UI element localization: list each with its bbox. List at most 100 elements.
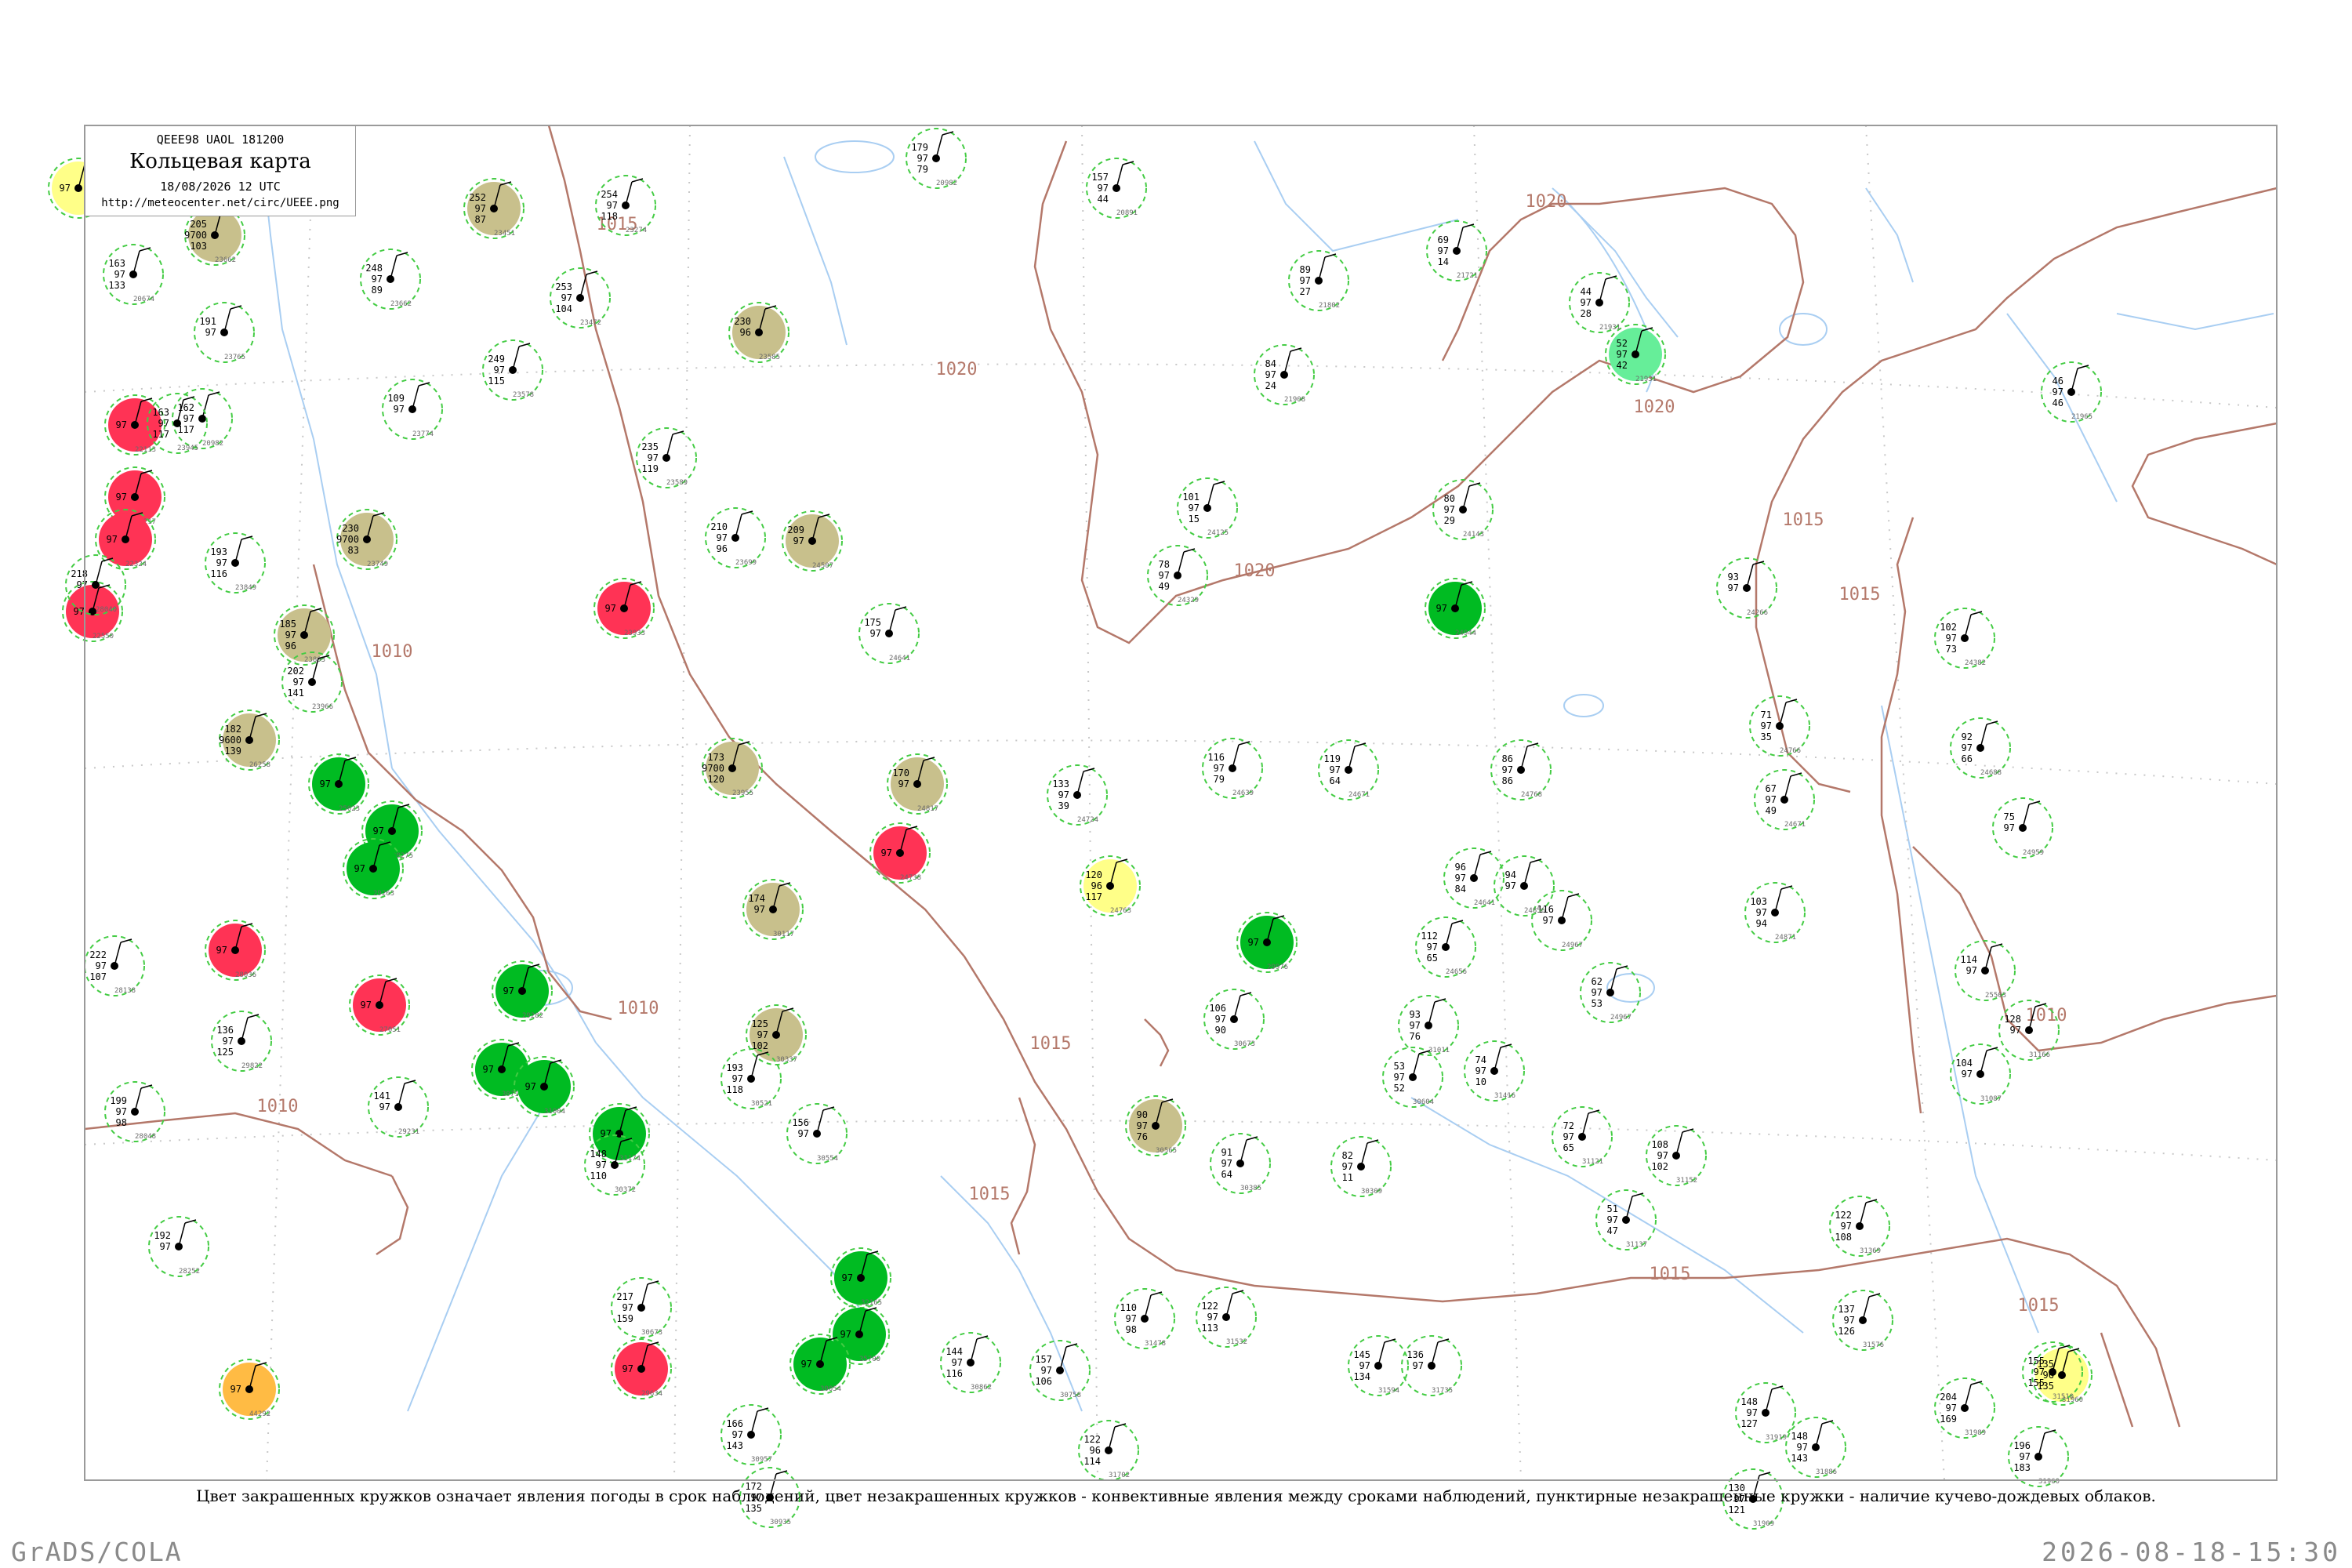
station-temperature: 120 [1085,869,1102,880]
station-dewpoint: 114 [1083,1456,1101,1467]
station-temperature: 51 [1607,1203,1618,1214]
station-id: 29976 [1267,964,1288,971]
station-dewpoint: 139 [224,746,241,757]
station-temperature: 196 [2013,1440,2031,1451]
station-id: 29634 [641,1390,662,1398]
station-dewpoint: 159 [616,1313,633,1324]
station-id: 31919 [1766,1434,1787,1442]
station-temperature: 94 [1505,869,1516,880]
station-pressure: 97 [717,532,728,543]
station-pressure: 97 [1359,1360,1370,1371]
station-id: 30758 [1060,1392,1081,1399]
station-pressure: 97 [757,1029,768,1040]
station-pressure: 97 [1766,794,1777,805]
isobar-label: 1020 [1526,192,1567,212]
station-pressure: 97 [1248,937,1259,948]
station-pressure: 97 [2004,822,2015,833]
station-pressure: 97 [1041,1365,1052,1376]
station-pressure: 9700 [184,230,207,241]
station-pressure: 97 [1098,183,1109,194]
station-id: 31369 [1860,1247,1881,1255]
source-url[interactable]: http://meteocenter.net/circ/UEEE.png [85,197,355,209]
station-id: 24125 [1207,529,1229,537]
station-temperature: 174 [748,893,765,904]
station-id: 28036 [235,971,256,979]
station-id: 20891 [1116,209,1138,217]
station-temperature: 46 [2053,376,2063,387]
station-pressure: 97 [1844,1315,1855,1326]
station-id: 31576 [1863,1341,1884,1349]
station-dewpoint: 86 [1502,775,1513,786]
station-id: 30957 [751,1456,772,1464]
station-id: 26258 [249,761,270,769]
station-pressure: 97 [1330,764,1341,775]
station-pressure: 9700 [336,534,359,545]
station-pressure: 97 [1438,245,1449,256]
station-pressure: 97 [354,863,365,874]
station-dewpoint: 143 [1791,1453,1808,1464]
station-dewpoint: 141 [287,688,304,699]
station-id: 31478 [1145,1340,1166,1348]
station-id: 21908 [1284,396,1305,404]
station-id: 31121 [1582,1158,1603,1166]
station-id: 22113 [135,446,156,454]
station-id: 24763 [1110,907,1131,915]
station-pressure: 97 [1592,987,1602,998]
station-dewpoint: 103 [190,241,207,252]
station-temperature: 109 [387,393,405,404]
station-pressure: 97 [2020,1451,2031,1462]
station-pressure: 97 [754,904,765,915]
station-pressure: 97 [60,183,71,194]
station-dewpoint: 64 [1330,775,1341,786]
station-dewpoint: 27 [1300,286,1311,297]
station-dewpoint: 115 [488,376,505,387]
station-pressure: 97 [1841,1221,1852,1232]
station-pressure: 97 [1265,369,1276,380]
station-pressure: 97 [379,1102,390,1112]
station-pressure: 97 [1427,942,1438,953]
station-dewpoint: 117 [1085,891,1102,902]
station-id: 24641 [889,655,910,662]
station-id: 30935 [770,1519,791,1526]
bulletin-code: QEEE98 UAOL 181200 [156,132,285,147]
station-temperature: 155 [2027,1356,2045,1367]
station-pressure: 97 [605,603,616,614]
station-temperature: 133 [1052,779,1069,789]
station-pressure: 97 [607,200,618,211]
station-dewpoint: 65 [1563,1142,1574,1153]
station-id: 31510 [2053,1393,2074,1401]
station-temperature: 90 [1137,1109,1148,1120]
station-pressure: 97 [1617,349,1628,360]
station-id: 24671 [1348,791,1370,799]
station-pressure: 97 [475,203,486,214]
station-dewpoint: 52 [1394,1083,1405,1094]
station-pressure: 97 [183,413,194,424]
station-dewpoint: 116 [210,568,227,579]
station-dewpoint: 120 [707,774,724,785]
station-temperature: 209 [787,524,804,535]
station-id: 24959 [2023,849,2044,857]
station-temperature: 62 [1592,976,1602,987]
map-title: Кольцевая карта [129,150,311,173]
station-id: 31989 [1965,1429,1986,1437]
station-pressure: 97 [1563,1131,1574,1142]
station-pressure: 97 [732,1073,743,1084]
station-id: 21965 [2071,413,2092,421]
station-temperature: 122 [1835,1210,1852,1221]
station-pressure: 97 [394,404,405,415]
station-id: 24688 [1980,769,2002,777]
station-pressure: 96 [740,327,751,338]
station-pressure: 97 [801,1359,812,1370]
station-pressure: 97 [1410,1020,1421,1031]
station-temperature: 252 [469,192,486,203]
station-pressure: 97 [361,1000,372,1011]
station-temperature: 175 [864,617,881,628]
station-dewpoint: 28 [1581,308,1592,319]
station-dewpoint: 133 [108,280,125,291]
station-id: 31532 [1226,1338,1247,1346]
station-temperature: 182 [224,724,241,735]
station-temperature: 254 [601,189,618,200]
station-pressure: 97 [648,452,659,463]
station-dewpoint: 65 [1427,953,1438,964]
station-pressure: 97 [1756,907,1767,918]
